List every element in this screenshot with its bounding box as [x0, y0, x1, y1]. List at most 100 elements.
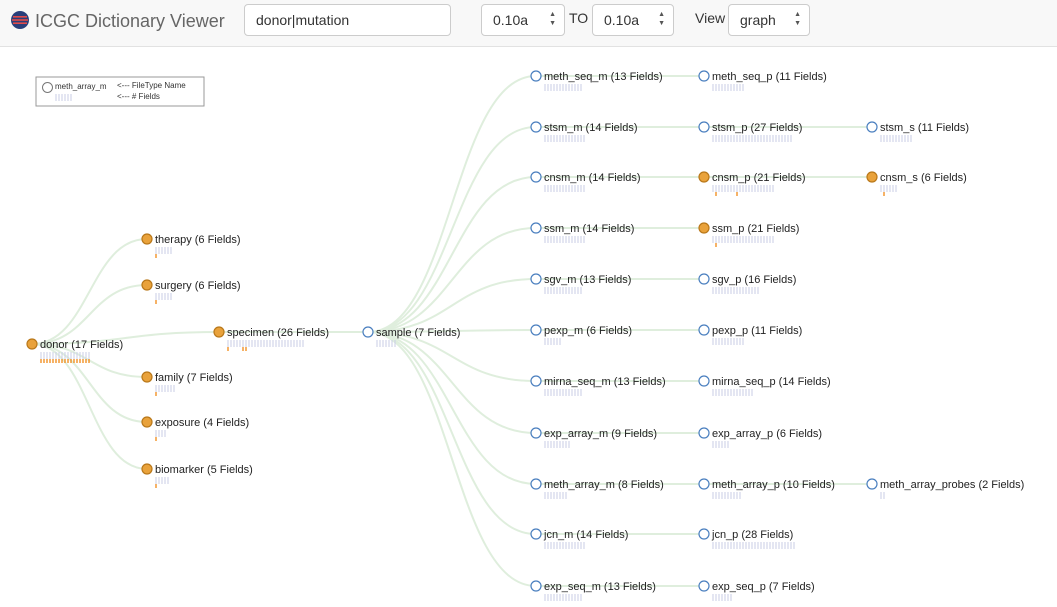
to-version-select[interactable]: 0.10a ▲ ▼	[592, 4, 674, 36]
node-label[interactable]: surgery (6 Fields)	[155, 280, 241, 292]
node-sgv_m[interactable]: sgv_m (13 Fields)	[530, 273, 631, 294]
node-icon[interactable]	[866, 121, 878, 133]
node-jcn_p[interactable]: jcn_p (28 Fields)	[698, 528, 795, 549]
changed-node-icon[interactable]	[26, 338, 38, 350]
node-label[interactable]: stsm_m (14 Fields)	[544, 122, 638, 134]
changed-node-icon[interactable]	[213, 326, 225, 338]
node-label[interactable]: ssm_m (14 Fields)	[544, 223, 634, 235]
node-specimen[interactable]: specimen (26 Fields)	[213, 326, 329, 351]
node-therapy[interactable]: therapy (6 Fields)	[141, 233, 241, 258]
changed-node-icon[interactable]	[866, 171, 878, 183]
node-stsm_m[interactable]: stsm_m (14 Fields)	[530, 121, 638, 142]
changed-node-icon[interactable]	[141, 371, 153, 383]
node-icon[interactable]	[362, 326, 374, 338]
node-icon[interactable]	[698, 427, 710, 439]
node-label[interactable]: specimen (26 Fields)	[227, 327, 329, 339]
node-meth_seq_p[interactable]: meth_seq_p (11 Fields)	[698, 70, 827, 91]
node-icon[interactable]	[698, 324, 710, 336]
node-label[interactable]: therapy (6 Fields)	[155, 234, 241, 246]
node-icon[interactable]	[530, 222, 542, 234]
node-label[interactable]: donor (17 Fields)	[40, 339, 123, 351]
from-version-select[interactable]: 0.10a ▲ ▼	[481, 4, 565, 36]
node-stsm_s[interactable]: stsm_s (11 Fields)	[866, 121, 969, 142]
changed-node-icon[interactable]	[141, 463, 153, 475]
node-icon[interactable]	[698, 70, 710, 82]
node-icon[interactable]	[698, 375, 710, 387]
node-mirna_seq_m[interactable]: mirna_seq_m (13 Fields)	[530, 375, 666, 396]
node-exposure[interactable]: exposure (4 Fields)	[141, 416, 249, 441]
node-icon[interactable]	[698, 528, 710, 540]
node-label[interactable]: mirna_seq_m (13 Fields)	[544, 376, 666, 388]
node-label[interactable]: meth_array_probes (2 Fields)	[880, 479, 1024, 491]
node-label[interactable]: jcn_p (28 Fields)	[711, 529, 793, 541]
node-label[interactable]: biomarker (5 Fields)	[155, 464, 253, 476]
changed-node-icon[interactable]	[698, 171, 710, 183]
changed-node-icon[interactable]	[698, 222, 710, 234]
node-meth_array_probes[interactable]: meth_array_probes (2 Fields)	[866, 478, 1024, 499]
node-icon[interactable]	[530, 273, 542, 285]
node-icon[interactable]	[530, 324, 542, 336]
node-icon[interactable]	[698, 273, 710, 285]
node-label[interactable]: stsm_s (11 Fields)	[880, 122, 969, 134]
node-ssm_m[interactable]: ssm_m (14 Fields)	[530, 222, 634, 243]
node-icon[interactable]	[866, 478, 878, 490]
changed-node-icon[interactable]	[141, 416, 153, 428]
node-meth_seq_m[interactable]: meth_seq_m (13 Fields)	[530, 70, 663, 91]
node-icon[interactable]	[698, 478, 710, 490]
node-label[interactable]: jcn_m (14 Fields)	[543, 529, 628, 541]
search-input[interactable]	[244, 4, 451, 36]
node-icon[interactable]	[530, 121, 542, 133]
node-exp_seq_p[interactable]: exp_seq_p (7 Fields)	[698, 580, 815, 601]
node-donor[interactable]: donor (17 Fields)	[26, 338, 123, 363]
node-meth_array_p[interactable]: meth_array_p (10 Fields)	[698, 478, 835, 499]
dictionary-graph[interactable]: meth_array_m <--- FileType Name <--- # F…	[0, 47, 1057, 607]
node-label[interactable]: ssm_p (21 Fields)	[712, 223, 799, 235]
node-label[interactable]: exp_array_m (9 Fields)	[544, 428, 657, 440]
node-stsm_p[interactable]: stsm_p (27 Fields)	[698, 121, 802, 142]
node-icon[interactable]	[530, 171, 542, 183]
node-label[interactable]: exposure (4 Fields)	[155, 417, 249, 429]
node-biomarker[interactable]: biomarker (5 Fields)	[141, 463, 253, 488]
changed-node-icon[interactable]	[141, 233, 153, 245]
node-label[interactable]: exp_seq_m (13 Fields)	[544, 581, 656, 593]
node-meth_array_m[interactable]: meth_array_m (8 Fields)	[530, 478, 664, 499]
node-mirna_seq_p[interactable]: mirna_seq_p (14 Fields)	[698, 375, 831, 396]
view-select[interactable]: graph ▲ ▼	[728, 4, 810, 36]
node-label[interactable]: pexp_p (11 Fields)	[712, 325, 802, 337]
node-jcn_m[interactable]: jcn_m (14 Fields)	[530, 528, 628, 549]
graph-nodes[interactable]: donor (17 Fields) therapy (6 Fields) surge…	[26, 70, 1024, 601]
node-pexp_m[interactable]: pexp_m (6 Fields)	[530, 324, 632, 345]
node-cnsm_m[interactable]: cnsm_m (14 Fields)	[530, 171, 641, 192]
node-label[interactable]: meth_array_m (8 Fields)	[544, 479, 664, 491]
node-label[interactable]: mirna_seq_p (14 Fields)	[712, 376, 831, 388]
node-label[interactable]: exp_seq_p (7 Fields)	[712, 581, 815, 593]
node-family[interactable]: family (7 Fields)	[141, 371, 233, 396]
node-surgery[interactable]: surgery (6 Fields)	[141, 279, 241, 304]
node-label[interactable]: stsm_p (27 Fields)	[712, 122, 802, 134]
node-icon[interactable]	[530, 70, 542, 82]
node-icon[interactable]	[530, 580, 542, 592]
node-cnsm_p[interactable]: cnsm_p (21 Fields)	[698, 171, 806, 196]
node-icon[interactable]	[698, 121, 710, 133]
node-label[interactable]: sgv_m (13 Fields)	[544, 274, 631, 286]
node-label[interactable]: cnsm_p (21 Fields)	[712, 172, 806, 184]
node-label[interactable]: sgv_p (16 Fields)	[712, 274, 796, 286]
node-label[interactable]: sample (7 Fields)	[376, 327, 460, 339]
node-icon[interactable]	[530, 375, 542, 387]
node-icon[interactable]	[530, 528, 542, 540]
node-exp_array_p[interactable]: exp_array_p (6 Fields)	[698, 427, 822, 448]
node-icon[interactable]	[530, 427, 542, 439]
node-label[interactable]: cnsm_m (14 Fields)	[544, 172, 641, 184]
changed-node-icon[interactable]	[141, 279, 153, 291]
node-label[interactable]: meth_array_p (10 Fields)	[712, 479, 835, 491]
node-label[interactable]: cnsm_s (6 Fields)	[880, 172, 967, 184]
node-exp_seq_m[interactable]: exp_seq_m (13 Fields)	[530, 580, 656, 601]
node-cnsm_s[interactable]: cnsm_s (6 Fields)	[866, 171, 967, 196]
node-label[interactable]: meth_seq_m (13 Fields)	[544, 71, 663, 83]
node-icon[interactable]	[530, 478, 542, 490]
node-label[interactable]: meth_seq_p (11 Fields)	[712, 71, 827, 83]
node-label[interactable]: pexp_m (6 Fields)	[544, 325, 632, 337]
node-exp_array_m[interactable]: exp_array_m (9 Fields)	[530, 427, 657, 448]
node-icon[interactable]	[698, 580, 710, 592]
node-label[interactable]: exp_array_p (6 Fields)	[712, 428, 822, 440]
